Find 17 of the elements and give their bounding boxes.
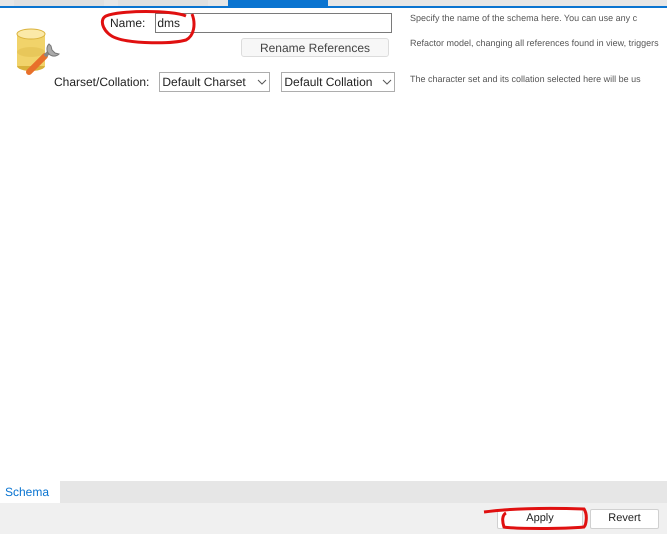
schema-tab[interactable]: Schema <box>0 481 60 503</box>
tab[interactable] <box>118 0 208 6</box>
revert-button[interactable]: Revert <box>590 508 659 528</box>
name-label: Name: <box>110 15 146 32</box>
hint-text: The character set and its collation selected here will be us <box>410 73 642 86</box>
tab[interactable] <box>14 0 104 6</box>
charset-label: Charset/Collation: <box>54 74 150 91</box>
charset-dropdown[interactable]: Default Charset <box>159 72 270 92</box>
name-input-field[interactable]: dms <box>155 13 392 33</box>
chevron-down-icon <box>257 79 268 85</box>
database-wrench-icon <box>15 26 63 76</box>
rename-references-button[interactable]: Rename References <box>241 38 389 57</box>
collation-dropdown[interactable]: Default Collation <box>281 72 396 92</box>
hint-text: Specify the name of the schema here. You can use any c <box>410 12 638 25</box>
tab[interactable] <box>228 0 328 6</box>
hint-text: Refactor model, changing all references found in view, triggers <box>410 36 660 50</box>
chevron-down-icon <box>382 79 392 85</box>
